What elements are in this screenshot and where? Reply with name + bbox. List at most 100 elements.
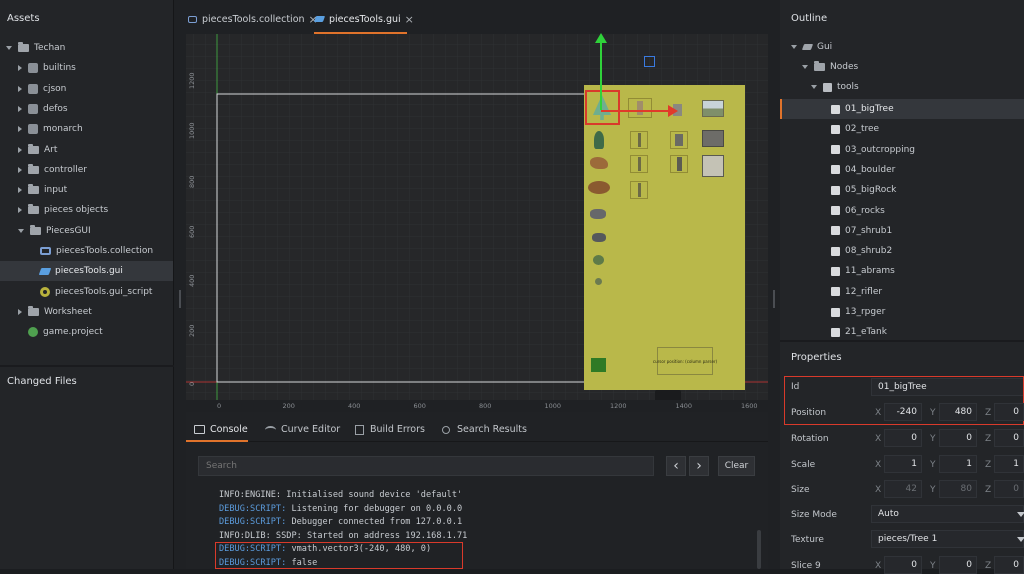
chevron-right-icon[interactable] [18,126,22,133]
tab-console[interactable]: Console [194,424,248,435]
chevron-down-icon[interactable] [811,85,817,89]
tab-search-results[interactable]: Search Results [442,424,527,435]
rotation-x-field[interactable]: 0 [884,429,922,447]
outline-selected-accent [780,99,782,119]
asset-tree-item[interactable]: PiecesGUI [0,221,173,241]
outline-node-item[interactable]: 02_tree [780,119,1024,139]
tab-pieces-tools-gui[interactable]: piecesTools.gui × [313,8,414,30]
rotation-label: Rotation [791,434,829,444]
asset-tree-item[interactable]: pieces objects [0,200,173,220]
slice9-y-field[interactable]: 0 [939,556,977,574]
asset-tree-item[interactable]: Techan [0,38,173,58]
chevron-down-icon[interactable] [802,65,808,69]
console-line: INFO:ENGINE: Initialised sound device 'd… [219,490,462,500]
position-x-field[interactable]: -240 [884,403,922,421]
tab-pieces-tools-collection[interactable]: piecesTools.collection × [188,8,318,30]
position-z-field[interactable]: 0 [994,403,1024,421]
gizmo-x-arrow-icon[interactable] [668,105,678,117]
console-highlight-box [215,542,463,569]
soldier-sprite-4 [630,181,648,199]
console-clear-button[interactable]: Clear [718,456,755,476]
ruler-x-tick-label: 1400 [675,402,693,410]
rotation-y-field[interactable]: 0 [939,429,977,447]
slice9-x-axis-label: X [875,561,882,571]
chevron-right-icon[interactable] [18,187,22,194]
asset-tree-item[interactable]: piecesTools.collection [0,241,173,261]
outline-node-item[interactable]: 05_bigRock [780,180,1024,200]
gizmo-plane-handle[interactable] [644,56,655,67]
gizmo-y-axis[interactable] [600,40,602,110]
chevron-down-icon[interactable] [791,45,797,49]
outline-node-item[interactable]: 07_shrub1 [780,221,1024,241]
scale-y-field[interactable]: 1 [939,455,977,473]
box-node-icon [831,226,840,236]
position-y-field[interactable]: 480 [939,403,977,421]
ruler-y-tick-label: 400 [188,274,196,287]
chevron-right-icon[interactable] [18,207,22,214]
outline-nodes-label: Nodes [830,62,859,72]
slice9-z-field[interactable]: 0 [994,556,1024,574]
asset-tree-item[interactable]: Art [0,140,173,160]
outline-node-item[interactable]: 04_boulder [780,160,1024,180]
console-line-text: Listening for debugger on 0.0.0.0 [286,503,463,514]
scale-x-field[interactable]: 1 [884,455,922,473]
asset-tree-item-label: Worksheet [44,306,92,317]
outline-node-item[interactable]: 08_shrub2 [780,241,1024,261]
asset-tree-item[interactable]: input [0,180,173,200]
outline-node-item[interactable]: 01_bigTree [780,99,1024,119]
chevron-right-icon[interactable] [18,65,22,72]
tree-sprite [594,131,604,149]
right-splitter[interactable] [768,0,780,569]
console-scrollbar[interactable] [757,530,761,569]
gui-icon [38,267,52,275]
console-line-text: SSDP: Started on address 192.168.1.71 [270,530,468,541]
asset-tree-item[interactable]: cjson [0,79,173,99]
box-node-icon [831,307,840,317]
box-node-icon [831,145,840,155]
outline-tools[interactable]: tools [811,82,859,92]
asset-tree-item[interactable]: piecesTools.gui_script [0,282,173,302]
asset-tree-item[interactable]: defos [0,99,173,119]
outline-node-item[interactable]: 13_rpger [780,302,1024,322]
search-icon [442,425,450,434]
asset-tree-item[interactable]: Worksheet [0,302,173,322]
asset-tree-item-label: Techan [34,43,66,53]
chevron-right-icon[interactable] [18,146,22,153]
console-prev-button[interactable]: ‹ [666,456,686,476]
chevron-right-icon[interactable] [18,85,22,92]
position-z-axis-label: Z [985,408,992,418]
tab-build-errors[interactable]: Build Errors [355,424,425,435]
gizmo-x-axis[interactable] [601,110,669,112]
asset-tree-item[interactable]: monarch [0,119,173,139]
outline-node-item[interactable]: 11_abrams [780,261,1024,281]
chevron-right-icon[interactable] [18,166,22,173]
console-line-tag: INFO:ENGINE: [219,490,282,500]
slice9-x-field[interactable]: 0 [884,556,922,574]
tab-curve-editor[interactable]: Curve Editor [265,424,340,435]
chevron-down-icon [1017,537,1024,542]
outline-node-item[interactable]: 06_rocks [780,201,1024,221]
outline-root-gui[interactable]: Gui [791,42,832,52]
chevron-right-icon[interactable] [18,308,22,315]
console-search-input[interactable] [198,456,654,476]
texture-select[interactable]: pieces/Tree 1 [871,530,1024,548]
outline-node-item[interactable]: 12_rifler [780,282,1024,302]
asset-tree-item[interactable]: game.project [0,322,173,342]
asset-tree-item-label: game.project [43,327,103,338]
size-mode-select[interactable]: Auto [871,505,1024,523]
gui-background-box[interactable]: cursor position: (column parser) [584,85,745,390]
chevron-down-icon[interactable] [18,228,24,233]
gizmo-y-arrow-icon[interactable] [595,33,607,43]
asset-tree-item[interactable]: builtins [0,58,173,78]
console-next-button[interactable]: › [689,456,709,476]
outline-node-item[interactable]: 03_outcropping [780,140,1024,160]
asset-tree-item[interactable]: piecesTools.gui [0,261,173,282]
asset-tree-item[interactable]: controller [0,160,173,180]
outline-nodes[interactable]: Nodes [802,61,859,72]
chevron-down-icon[interactable] [6,46,12,50]
rotation-z-field[interactable]: 0 [994,429,1024,447]
chevron-right-icon[interactable] [18,105,22,112]
left-splitter[interactable] [174,0,186,569]
tab-close-icon[interactable]: × [405,13,414,26]
scale-z-field[interactable]: 1 [994,455,1024,473]
